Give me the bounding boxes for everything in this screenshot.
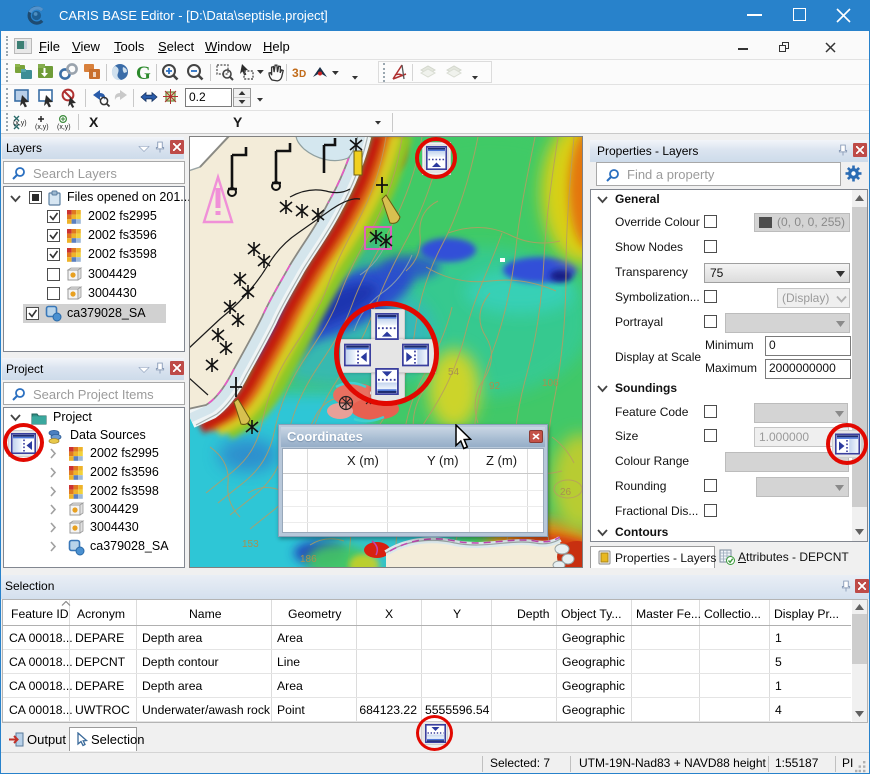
svg-text:(x,y): (x,y) <box>35 124 49 131</box>
svg-text:106: 106 <box>542 378 559 389</box>
svg-text:(x,y): (x,y) <box>13 120 27 127</box>
svg-text:G: G <box>136 63 151 83</box>
svg-text:D: D <box>299 69 306 80</box>
svg-text:92: 92 <box>489 381 501 392</box>
svg-text:3: 3 <box>292 66 299 80</box>
svg-text:186: 186 <box>300 554 317 565</box>
svg-text:153: 153 <box>242 539 259 550</box>
svg-text:(x,y): (x,y) <box>57 124 71 131</box>
svg-text:54: 54 <box>448 367 460 378</box>
svg-text:26: 26 <box>560 487 572 498</box>
